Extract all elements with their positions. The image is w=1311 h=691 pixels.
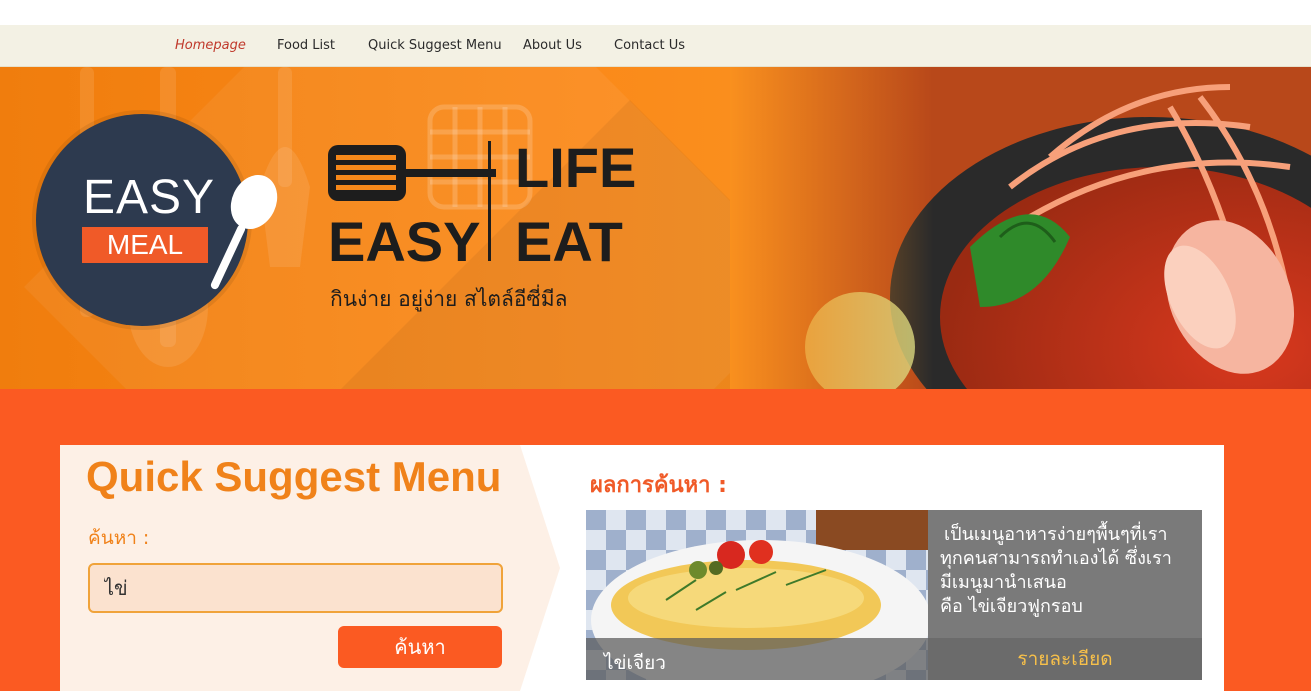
nav-homepage[interactable]: Homepage [175,38,246,53]
result-description-line: เป็นเมนูอาหารง่ายๆพื้นๆที่เรา [944,524,1168,545]
hero-banner: EASY MEAL LIFE EASY EAT กินง่าย อยู่ง่าย… [0,67,1311,389]
quick-suggest-title: Quick Suggest Menu [86,453,502,500]
nav-food-list[interactable]: Food List [277,38,335,53]
result-description-line: คือ ไข่เจียวฟูกรอบ [940,596,1083,617]
search-input[interactable] [88,563,503,613]
logo-meal-text: MEAL [82,227,208,263]
slogan-eat: EAT [515,210,623,273]
result-description: เป็นเมนูอาหารง่ายๆพื้นๆที่เรา ทุกคนสามาร… [928,510,1202,640]
logo-easy-text: EASY [83,171,216,224]
result-card: เป็นเมนูอาหารง่ายๆพื้นๆที่เรา ทุกคนสามาร… [586,510,1202,680]
panel-arrow [520,445,560,691]
hero-tagline: กินง่าย อยู่ง่าย สไตล์อีซี่มีล [330,287,568,311]
slogan-life: LIFE [515,136,637,199]
result-name: ไข่เจียว [604,652,666,674]
spatula-icon [328,145,496,201]
details-link[interactable]: รายละเอียด [928,638,1202,680]
top-strip [0,0,1311,25]
spoon-icon [210,174,278,290]
result-description-line: มีเมนูมานำเสนอ [940,572,1067,593]
main-nav: Homepage Food List Quick Suggest Menu Ab… [0,25,1311,67]
search-label: ค้นหา : [88,527,150,549]
result-description-line: ทุกคนสามารถทำเองได้ ซึ่งเรา [940,548,1172,569]
search-section: Quick Suggest Menu ค้นหา : ค้นหา ผลการค้… [0,389,1311,691]
nav-about-us[interactable]: About Us [523,38,582,53]
nav-contact-us[interactable]: Contact Us [614,38,685,53]
slogan-easy: EASY [328,210,481,273]
results-title: ผลการค้นหา : [590,473,727,498]
tom-yum-image [730,67,1311,389]
search-button[interactable]: ค้นหา [338,626,502,668]
nav-quick-suggest-menu[interactable]: Quick Suggest Menu [368,38,502,53]
slogan-divider [488,141,491,261]
quick-suggest-card: Quick Suggest Menu ค้นหา : ค้นหา ผลการค้… [60,445,1224,691]
